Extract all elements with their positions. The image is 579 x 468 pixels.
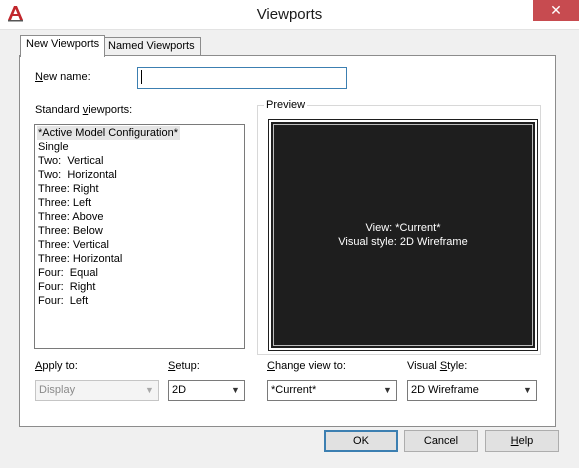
text-caret xyxy=(141,70,142,84)
tab-panel-new-viewports: New name: Standard viewports: *Active Mo… xyxy=(19,55,556,427)
cancel-button[interactable]: Cancel xyxy=(404,430,478,452)
visual-style-dropdown[interactable]: 2D Wireframe ▼ xyxy=(407,380,537,401)
list-item[interactable]: Single xyxy=(37,140,242,154)
autocad-a-icon xyxy=(8,6,23,22)
setup-label: Setup: xyxy=(168,360,200,372)
setup-value: 2D xyxy=(172,384,187,396)
visual-style-value: 2D Wireframe xyxy=(411,384,479,396)
apply-to-value: Display xyxy=(39,384,76,396)
close-button[interactable]: ✕ xyxy=(533,0,579,21)
setup-dropdown[interactable]: 2D ▼ xyxy=(168,380,245,401)
change-view-label: Change view to: xyxy=(267,360,346,372)
help-button[interactable]: Help xyxy=(485,430,559,452)
ok-button[interactable]: OK xyxy=(324,430,398,452)
standard-viewports-list[interactable]: *Active Model Configuration* Single Two:… xyxy=(34,124,245,349)
apply-to-dropdown[interactable]: Display ▼ xyxy=(35,380,159,401)
list-item[interactable]: Four: Equal xyxy=(37,266,242,280)
tab-label: New Viewports xyxy=(26,38,100,50)
list-item[interactable]: Three: Left xyxy=(37,196,242,210)
list-item[interactable]: Two: Horizontal xyxy=(37,168,242,182)
change-view-dropdown[interactable]: *Current* ▼ xyxy=(267,380,397,401)
chevron-down-icon: ▼ xyxy=(231,385,240,395)
list-item[interactable]: Four: Left xyxy=(37,294,242,308)
list-item[interactable]: Three: Horizontal xyxy=(37,252,242,266)
list-item[interactable]: Three: Vertical xyxy=(37,238,242,252)
chevron-down-icon: ▼ xyxy=(145,385,154,395)
list-item[interactable]: Four: Right xyxy=(37,280,242,294)
chevron-down-icon: ▼ xyxy=(523,385,532,395)
preview-caption: View: *Current* Visual style: 2D Wirefra… xyxy=(271,221,535,249)
tab-new-viewports[interactable]: New Viewports xyxy=(20,35,106,57)
preview-label: Preview xyxy=(264,99,308,111)
list-item[interactable]: Three: Right xyxy=(37,182,242,196)
new-name-input[interactable] xyxy=(137,67,347,89)
preview-style-text: Visual style: 2D Wireframe xyxy=(338,236,468,248)
title-bar[interactable]: Viewports ✕ xyxy=(0,0,579,30)
standard-viewports-label: Standard viewports: xyxy=(35,104,133,116)
viewports-dialog: Viewports ✕ New Viewports Named Viewport… xyxy=(0,0,579,468)
new-name-label: New name: xyxy=(35,71,91,83)
tab-label: Named Viewports xyxy=(108,40,195,52)
change-view-value: *Current* xyxy=(271,384,317,396)
tab-named-viewports[interactable]: Named Viewports xyxy=(102,37,201,56)
window-title: Viewports xyxy=(256,6,323,23)
preview-view-text: View: *Current* xyxy=(365,222,441,234)
apply-to-label: Apply to: xyxy=(35,360,78,372)
visual-style-label: Visual Style: xyxy=(407,360,468,372)
list-item[interactable]: Three: Below xyxy=(37,224,242,238)
close-icon: ✕ xyxy=(550,2,562,18)
list-item[interactable]: *Active Model Configuration* xyxy=(37,126,181,140)
chevron-down-icon: ▼ xyxy=(383,385,392,395)
list-item[interactable]: Two: Vertical xyxy=(37,154,242,168)
list-item[interactable]: Three: Above xyxy=(37,210,242,224)
viewport-preview: View: *Current* Visual style: 2D Wirefra… xyxy=(268,119,538,351)
